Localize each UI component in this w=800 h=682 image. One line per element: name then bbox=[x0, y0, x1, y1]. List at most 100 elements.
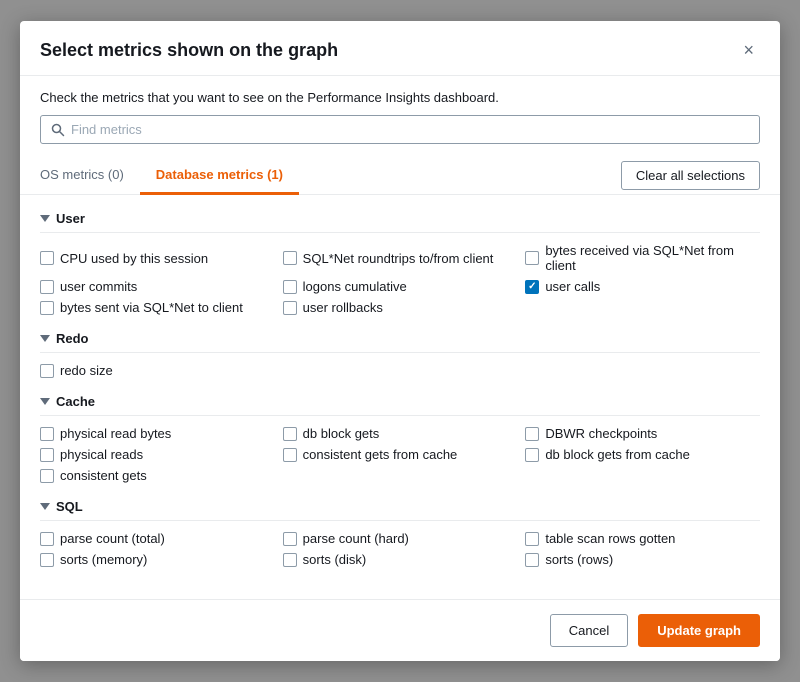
checkbox-table-scan-rows[interactable] bbox=[525, 532, 539, 546]
modal-dialog: Select metrics shown on the graph × Chec… bbox=[20, 21, 780, 661]
list-item: consistent gets bbox=[40, 468, 275, 483]
list-item: sorts (rows) bbox=[525, 552, 760, 567]
modal-title: Select metrics shown on the graph bbox=[40, 40, 338, 61]
metric-label: sorts (disk) bbox=[303, 552, 367, 567]
list-item: SQL*Net roundtrips to/from client bbox=[283, 243, 518, 273]
search-box bbox=[40, 115, 760, 144]
modal-body: Check the metrics that you want to see o… bbox=[20, 76, 780, 599]
checkbox-bytes-received[interactable] bbox=[525, 251, 539, 265]
user-metrics-grid: CPU used by this session SQL*Net roundtr… bbox=[40, 243, 760, 315]
metric-label: bytes received via SQL*Net from client bbox=[545, 243, 760, 273]
search-container bbox=[20, 115, 780, 156]
metric-label: redo size bbox=[60, 363, 113, 378]
section-redo: Redo redo size bbox=[40, 331, 760, 378]
section-redo-header: Redo bbox=[40, 331, 760, 353]
metric-label: sorts (memory) bbox=[60, 552, 147, 567]
metric-label: DBWR checkpoints bbox=[545, 426, 657, 441]
metric-label: user calls bbox=[545, 279, 600, 294]
section-user-header: User bbox=[40, 211, 760, 233]
checkbox-sqlnet-roundtrips[interactable] bbox=[283, 251, 297, 265]
list-item: bytes received via SQL*Net from client bbox=[525, 243, 760, 273]
section-sql: SQL parse count (total) parse count (har… bbox=[40, 499, 760, 567]
list-item: CPU used by this session bbox=[40, 243, 275, 273]
metric-label: CPU used by this session bbox=[60, 251, 208, 266]
collapse-icon bbox=[40, 398, 50, 405]
section-user: User CPU used by this session SQL*Net ro… bbox=[40, 211, 760, 315]
redo-metrics-grid: redo size bbox=[40, 363, 760, 378]
description-text: Check the metrics that you want to see o… bbox=[20, 76, 780, 115]
checkbox-parse-count-total[interactable] bbox=[40, 532, 54, 546]
content-area: User CPU used by this session SQL*Net ro… bbox=[20, 195, 780, 599]
modal-footer: Cancel Update graph bbox=[20, 599, 780, 661]
list-item: sorts (disk) bbox=[283, 552, 518, 567]
checkbox-physical-read-bytes[interactable] bbox=[40, 427, 54, 441]
list-item: physical read bytes bbox=[40, 426, 275, 441]
list-item: DBWR checkpoints bbox=[525, 426, 760, 441]
search-input[interactable] bbox=[71, 122, 749, 137]
list-item: parse count (hard) bbox=[283, 531, 518, 546]
checkbox-sorts-rows[interactable] bbox=[525, 553, 539, 567]
modal-header: Select metrics shown on the graph × bbox=[20, 21, 780, 76]
metric-label: physical reads bbox=[60, 447, 143, 462]
modal-overlay: Select metrics shown on the graph × Chec… bbox=[0, 0, 800, 682]
checkbox-dbwr-checkpoints[interactable] bbox=[525, 427, 539, 441]
metric-label: consistent gets bbox=[60, 468, 147, 483]
list-item: table scan rows gotten bbox=[525, 531, 760, 546]
section-cache-header: Cache bbox=[40, 394, 760, 416]
metric-label: logons cumulative bbox=[303, 279, 407, 294]
checkbox-parse-count-hard[interactable] bbox=[283, 532, 297, 546]
tabs-container: OS metrics (0) Database metrics (1) bbox=[40, 156, 299, 194]
list-item: user calls bbox=[525, 279, 760, 294]
section-sql-label: SQL bbox=[56, 499, 83, 514]
checkbox-db-block-gets-cache[interactable] bbox=[525, 448, 539, 462]
list-item: user rollbacks bbox=[283, 300, 518, 315]
list-item: physical reads bbox=[40, 447, 275, 462]
metric-label: user commits bbox=[60, 279, 137, 294]
collapse-icon bbox=[40, 215, 50, 222]
list-item: db block gets bbox=[283, 426, 518, 441]
tab-os-metrics[interactable]: OS metrics (0) bbox=[40, 157, 140, 195]
metric-label: table scan rows gotten bbox=[545, 531, 675, 546]
metric-label: bytes sent via SQL*Net to client bbox=[60, 300, 243, 315]
update-graph-button[interactable]: Update graph bbox=[638, 614, 760, 647]
checkbox-logons-cumulative[interactable] bbox=[283, 280, 297, 294]
close-button[interactable]: × bbox=[737, 39, 760, 61]
checkbox-user-calls[interactable] bbox=[525, 280, 539, 294]
list-item: user commits bbox=[40, 279, 275, 294]
metric-label: sorts (rows) bbox=[545, 552, 613, 567]
section-cache-label: Cache bbox=[56, 394, 95, 409]
checkbox-db-block-gets[interactable] bbox=[283, 427, 297, 441]
section-cache: Cache physical read bytes db block gets bbox=[40, 394, 760, 483]
checkbox-physical-reads[interactable] bbox=[40, 448, 54, 462]
checkbox-cpu-session[interactable] bbox=[40, 251, 54, 265]
checkbox-sorts-disk[interactable] bbox=[283, 553, 297, 567]
list-item: consistent gets from cache bbox=[283, 447, 518, 462]
list-item: sorts (memory) bbox=[40, 552, 275, 567]
checkbox-sorts-memory[interactable] bbox=[40, 553, 54, 567]
cache-metrics-grid: physical read bytes db block gets DBWR c… bbox=[40, 426, 760, 483]
metric-label: db block gets from cache bbox=[545, 447, 690, 462]
checkbox-user-commits[interactable] bbox=[40, 280, 54, 294]
cancel-button[interactable]: Cancel bbox=[550, 614, 628, 647]
checkbox-bytes-sent[interactable] bbox=[40, 301, 54, 315]
metric-label: db block gets bbox=[303, 426, 380, 441]
metric-label: consistent gets from cache bbox=[303, 447, 458, 462]
tab-database-metrics[interactable]: Database metrics (1) bbox=[140, 157, 299, 195]
checkbox-consistent-gets-cache[interactable] bbox=[283, 448, 297, 462]
list-item: parse count (total) bbox=[40, 531, 275, 546]
section-redo-label: Redo bbox=[56, 331, 89, 346]
checkbox-redo-size[interactable] bbox=[40, 364, 54, 378]
metric-label: parse count (total) bbox=[60, 531, 165, 546]
collapse-icon bbox=[40, 335, 50, 342]
checkbox-consistent-gets[interactable] bbox=[40, 469, 54, 483]
section-sql-header: SQL bbox=[40, 499, 760, 521]
metric-label: physical read bytes bbox=[60, 426, 171, 441]
metric-label: user rollbacks bbox=[303, 300, 383, 315]
sql-metrics-grid: parse count (total) parse count (hard) t… bbox=[40, 531, 760, 567]
checkbox-user-rollbacks[interactable] bbox=[283, 301, 297, 315]
list-item: logons cumulative bbox=[283, 279, 518, 294]
search-icon bbox=[51, 123, 65, 137]
clear-all-button[interactable]: Clear all selections bbox=[621, 161, 760, 190]
metric-label: parse count (hard) bbox=[303, 531, 409, 546]
list-item: db block gets from cache bbox=[525, 447, 760, 462]
